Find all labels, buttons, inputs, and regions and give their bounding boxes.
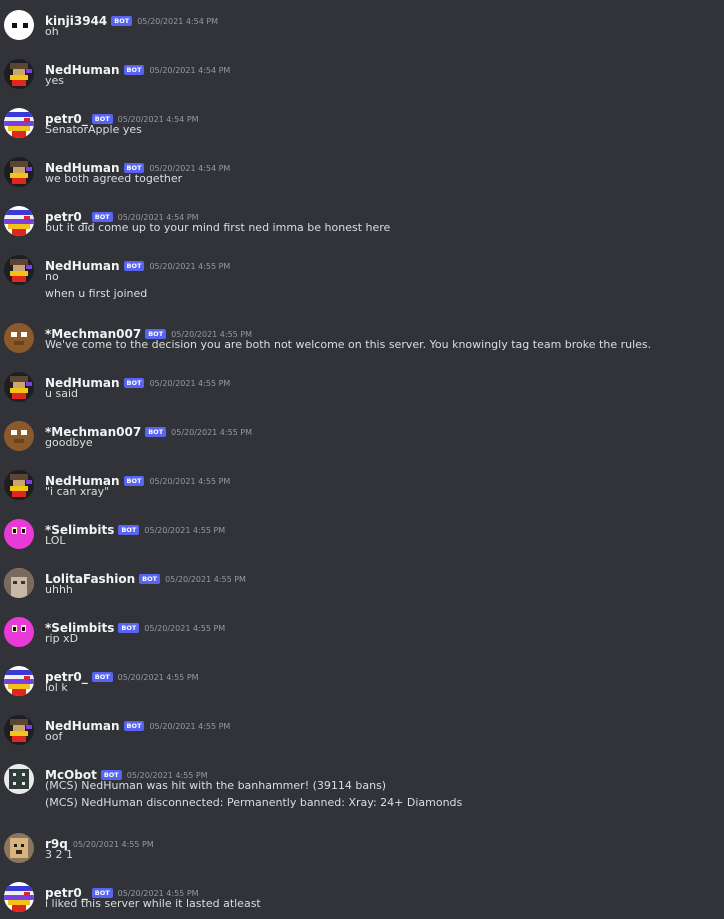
timestamp: 05/20/2021 4:54 PM	[149, 66, 231, 75]
message-header: petr0_ BOT 05/20/2021 4:55 PM	[45, 666, 199, 684]
message-header: *Selimbits BOT 05/20/2021 4:55 PM	[45, 519, 226, 537]
timestamp: 05/20/2021 4:55 PM	[165, 575, 246, 584]
message-text: we both agreed together	[45, 172, 183, 185]
timestamp: 05/20/2021 4:55 PM	[72, 840, 154, 849]
chat-message[interactable]: petr0_ BOT 05/20/2021 4:54 PM but it did co…	[0, 206, 724, 243]
message-text: "i can xray"	[45, 485, 110, 498]
timestamp: 05/20/2021 4:55 PM	[149, 477, 231, 486]
chat-message[interactable]: NedHuman BOT 05/20/2021 4:55 PM "i can xray…	[0, 470, 724, 507]
chat-message[interactable]: NedHuman BOT 05/20/2021 4:55 PM oof	[0, 715, 724, 752]
chat-message[interactable]: petr0_ BOT 05/20/2021 4:55 PM lol k	[0, 666, 724, 703]
bot-badge: BOT	[111, 16, 133, 26]
avatar[interactable]	[4, 108, 34, 138]
timestamp: 05/20/2021 4:55 PM	[149, 262, 231, 271]
bot-badge: BOT	[91, 672, 113, 682]
avatar[interactable]	[4, 833, 34, 863]
avatar[interactable]	[4, 764, 34, 794]
message-header: petr0_ BOT 05/20/2021 4:54 PM	[45, 108, 199, 126]
chat-message[interactable]: *Selimbits BOT 05/20/2021 4:55 PM rip xD	[0, 617, 724, 654]
message-text: u said	[45, 387, 78, 400]
message-header: NedHuman BOT 05/20/2021 4:55 PM	[45, 715, 231, 733]
timestamp: 05/20/2021 4:55 PM	[149, 722, 231, 731]
message-text: rip xD	[45, 632, 79, 645]
timestamp: 05/20/2021 4:55 PM	[171, 428, 253, 437]
avatar[interactable]	[4, 519, 34, 549]
chat-message[interactable]: NedHuman BOT 05/20/2021 4:55 PM no when u fi…	[0, 255, 724, 309]
chat-message[interactable]: NedHuman BOT 05/20/2021 4:55 PM u said	[0, 372, 724, 409]
chat-message[interactable]: petr0_ BOT 05/20/2021 4:54 PM SenatorApple …	[0, 108, 724, 145]
timestamp: 05/20/2021 4:55 PM	[117, 673, 199, 682]
message-header: r9q 05/20/2021 4:55 PM	[45, 833, 154, 851]
message-header: NedHuman BOT 05/20/2021 4:54 PM	[45, 59, 231, 77]
chat-message[interactable]: *Mechman007 BOT 05/20/2021 4:55 PM We've co…	[0, 323, 724, 360]
message-text: oh	[45, 25, 59, 38]
message-text: LOL	[45, 534, 66, 547]
avatar[interactable]	[4, 470, 34, 500]
avatar[interactable]	[4, 372, 34, 402]
bot-badge: BOT	[123, 378, 145, 388]
message-header: NedHuman BOT 05/20/2021 4:54 PM	[45, 157, 230, 175]
chat-message[interactable]: LolitaFashion BOT 05/20/2021 4:55 PM uhhh	[0, 568, 724, 605]
message-text: SenatorApple yes	[45, 123, 142, 136]
message-header: kinji3944 BOT 05/20/2021 4:54 PM	[45, 10, 219, 28]
bot-badge: BOT	[118, 525, 140, 535]
avatar[interactable]	[4, 59, 34, 89]
message-text: (MCS) NedHuman disconnected: Permanently…	[45, 796, 463, 809]
avatar[interactable]	[4, 421, 34, 451]
message-header: McObot BOT 05/20/2021 4:55 PM	[45, 764, 208, 782]
message-header: petr0_ BOT 05/20/2021 4:55 PM	[45, 882, 199, 900]
avatar[interactable]	[4, 882, 34, 912]
timestamp: 05/20/2021 4:54 PM	[137, 17, 219, 26]
avatar[interactable]	[4, 715, 34, 745]
avatar[interactable]	[4, 157, 34, 187]
avatar[interactable]	[4, 255, 34, 285]
chat-message[interactable]: r9q 05/20/2021 4:55 PM 3 2 1	[0, 833, 724, 870]
chat-message[interactable]: McObot BOT 05/20/2021 4:55 PM (MCS) NedHuma…	[0, 764, 724, 818]
message-header: NedHuman BOT 05/20/2021 4:55 PM	[45, 470, 231, 488]
message-text: uhhh	[45, 583, 73, 596]
chat-message[interactable]: petr0_ BOT 05/20/2021 4:55 PM i liked this …	[0, 882, 724, 919]
message-header: *Mechman007 BOT 05/20/2021 4:55 PM	[45, 323, 252, 341]
message-text: lol k	[45, 681, 68, 694]
message-header: NedHuman BOT 05/20/2021 4:55 PM	[45, 255, 231, 273]
message-text: 3 2 1	[45, 848, 73, 861]
bot-badge: BOT	[123, 721, 145, 731]
message-text: (MCS) NedHuman was hit with the banhamme…	[45, 779, 387, 792]
message-text: goodbye	[45, 436, 93, 449]
bot-badge: BOT	[123, 65, 145, 75]
bot-badge: BOT	[118, 623, 140, 633]
avatar[interactable]	[4, 617, 34, 647]
chat-message[interactable]: NedHuman BOT 05/20/2021 4:54 PM yes	[0, 59, 724, 96]
bot-badge: BOT	[123, 261, 145, 271]
avatar[interactable]	[4, 568, 34, 598]
chat-message[interactable]: kinji3944 BOT 05/20/2021 4:54 PM oh	[0, 10, 724, 47]
message-text: We've come to the decision you are both …	[45, 338, 652, 351]
message-text: but it did come up to your mind first ne…	[45, 221, 391, 234]
avatar[interactable]	[4, 206, 34, 236]
message-text: oof	[45, 730, 63, 743]
avatar[interactable]	[4, 666, 34, 696]
timestamp: 05/20/2021 4:55 PM	[149, 379, 231, 388]
message-text: yes	[45, 74, 65, 87]
message-text: when u first joined	[45, 287, 148, 300]
avatar[interactable]	[4, 323, 34, 353]
chat-message[interactable]: *Mechman007 BOT 05/20/2021 4:55 PM goodbye	[0, 421, 724, 458]
message-header: petr0_ BOT 05/20/2021 4:54 PM	[45, 206, 199, 224]
bot-badge: BOT	[145, 427, 167, 437]
avatar[interactable]	[4, 10, 34, 40]
timestamp: 05/20/2021 4:55 PM	[144, 624, 226, 633]
message-header: *Mechman007 BOT 05/20/2021 4:55 PM	[45, 421, 253, 439]
bot-badge: BOT	[139, 574, 161, 584]
message-header: LolitaFashion BOT 05/20/2021 4:55 PM	[45, 568, 246, 586]
timestamp: 05/20/2021 4:55 PM	[144, 526, 226, 535]
chat-message[interactable]: *Selimbits BOT 05/20/2021 4:55 PM LOL	[0, 519, 724, 556]
message-text: i liked this server while it lasted atle…	[45, 897, 261, 910]
chat-message[interactable]: NedHuman BOT 05/20/2021 4:54 PM we both agr…	[0, 157, 724, 194]
message-header: *Selimbits BOT 05/20/2021 4:55 PM	[45, 617, 226, 635]
bot-badge: BOT	[123, 476, 145, 486]
message-text: no	[45, 270, 59, 283]
message-header: NedHuman BOT 05/20/2021 4:55 PM	[45, 372, 231, 390]
